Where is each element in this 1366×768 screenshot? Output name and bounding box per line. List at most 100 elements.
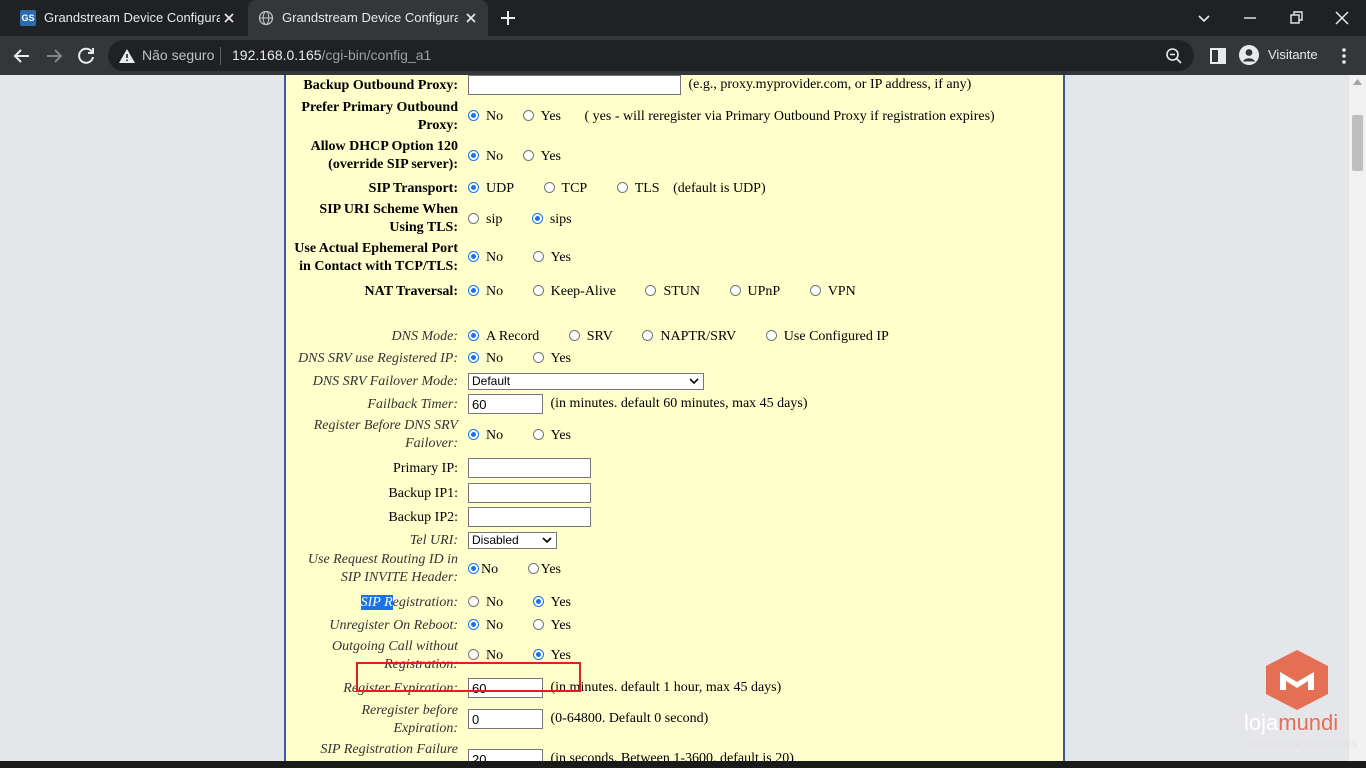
uri-scheme-sips-radio[interactable] <box>531 213 543 224</box>
registration-failure-input[interactable] <box>468 749 543 761</box>
security-status-label[interactable]: Não seguro <box>142 47 214 63</box>
request-routing-yes-radio[interactable] <box>527 563 539 574</box>
sip-transport-udp-radio[interactable] <box>468 182 479 193</box>
backup-ip1-input[interactable] <box>468 483 591 503</box>
scroll-up-arrow-icon[interactable] <box>1353 79 1362 85</box>
new-tab-plus-icon[interactable] <box>498 8 518 28</box>
dns-mode-naptr-radio[interactable] <box>642 330 654 341</box>
uri-scheme-sips-option[interactable]: sips <box>531 211 572 229</box>
nat-vpn-radio[interactable] <box>809 285 821 296</box>
lojamundi-watermark: lojamundi TECNOLOGIA SEM LIMITES <box>1236 646 1357 756</box>
more-menu-icon[interactable] <box>1332 44 1356 68</box>
dns-mode-configured-ip-radio[interactable] <box>765 330 777 341</box>
tab-search-chevron-icon[interactable] <box>1192 6 1216 30</box>
prefer-primary-yes-radio[interactable] <box>522 110 534 121</box>
row-registration-failure: SIP Registration Failure (in seconds. Be… <box>286 741 1063 761</box>
unregister-reboot-yes-option[interactable]: Yes <box>532 617 571 635</box>
backup-ip2-label: Backup IP2: <box>388 510 458 525</box>
nat-vpn-option[interactable]: VPN <box>809 283 856 301</box>
prefer-primary-no-option[interactable]: No <box>468 108 503 126</box>
nat-upnp-radio[interactable] <box>729 285 741 296</box>
dns-mode-srv-option[interactable]: SRV <box>568 328 613 346</box>
not-secure-warning-icon[interactable] <box>118 47 136 65</box>
sip-registration-yes-option[interactable]: Yes <box>532 594 571 612</box>
prefer-primary-yes-option[interactable]: Yes <box>522 108 561 126</box>
backup-proxy-input[interactable] <box>468 75 681 95</box>
prefer-primary-no-radio[interactable] <box>468 110 479 121</box>
tab-strip: GS Grandstream Device Configuratio Grand… <box>0 0 1366 36</box>
ephemeral-no-option[interactable]: No <box>468 249 503 267</box>
url-path: /cgi-bin/config_a1 <box>321 47 432 63</box>
dns-mode-arecord-option[interactable]: A Record <box>468 328 539 346</box>
primary-ip-label: Primary IP: <box>393 461 458 476</box>
nat-keepalive-radio[interactable] <box>532 285 544 296</box>
request-routing-no-radio[interactable] <box>468 563 479 574</box>
prefer-primary-hint: ( yes - will reregister via Primary Outb… <box>584 109 995 124</box>
sip-transport-tcp-option[interactable]: TCP <box>543 180 587 198</box>
backup-ip2-input[interactable] <box>468 507 591 527</box>
dhcp120-no-option[interactable]: No <box>468 148 503 166</box>
restore-icon[interactable] <box>1284 6 1308 30</box>
ephemeral-no-radio[interactable] <box>468 251 479 262</box>
uri-scheme-sip-option[interactable]: sip <box>468 211 502 229</box>
uri-scheme-sip-radio[interactable] <box>468 213 479 224</box>
sip-transport-udp-option[interactable]: UDP <box>468 180 514 198</box>
dns-mode-configured-ip-option[interactable]: Use Configured IP <box>765 328 889 346</box>
register-before-dns-no-option[interactable]: No <box>468 427 503 445</box>
dns-mode-arecord-radio[interactable] <box>468 330 479 341</box>
sip-transport-tls-option[interactable]: TLS <box>616 180 660 198</box>
forward-arrow-icon[interactable] <box>42 44 66 68</box>
unregister-reboot-no-option[interactable]: No <box>468 617 503 635</box>
tab-grandstream-1[interactable]: GS Grandstream Device Configuratio <box>10 0 246 36</box>
address-bar[interactable]: Não seguro 192.168.0.165/cgi-bin/config_… <box>108 40 1194 71</box>
register-before-dns-yes-option[interactable]: Yes <box>532 427 571 445</box>
nat-keepalive-option[interactable]: Keep-Alive <box>532 283 616 301</box>
register-before-dns-no-radio[interactable] <box>468 429 479 440</box>
register-before-dns-yes-radio[interactable] <box>532 429 544 440</box>
zoom-magnifier-icon[interactable] <box>1164 46 1184 66</box>
nat-no-radio[interactable] <box>468 285 479 296</box>
close-tab-icon[interactable] <box>220 9 238 27</box>
reload-icon[interactable] <box>74 44 98 68</box>
sip-transport-tcp-radio[interactable] <box>543 182 555 193</box>
nat-stun-option[interactable]: STUN <box>645 283 700 301</box>
dns-srv-registered-yes-radio[interactable] <box>532 352 544 363</box>
close-window-icon[interactable] <box>1330 6 1354 30</box>
nat-stun-radio[interactable] <box>645 285 657 296</box>
outgoing-without-reg-no-radio[interactable] <box>468 649 479 660</box>
dns-mode-srv-radio[interactable] <box>568 330 580 341</box>
minimize-icon[interactable] <box>1238 6 1262 30</box>
dns-srv-registered-no-option[interactable]: No <box>468 350 503 368</box>
tel-uri-select[interactable]: Disabled <box>468 532 557 550</box>
dns-mode-naptr-option[interactable]: NAPTR/SRV <box>642 328 736 346</box>
nat-upnp-option[interactable]: UPnP <box>729 283 780 301</box>
dns-failover-mode-select[interactable]: Default <box>468 373 704 391</box>
unregister-reboot-no-radio[interactable] <box>468 619 479 630</box>
nat-no-option[interactable]: No <box>468 283 503 301</box>
close-tab-icon[interactable] <box>462 9 480 27</box>
sip-registration-yes-radio[interactable] <box>532 596 544 607</box>
scrollbar-thumb[interactable] <box>1352 115 1363 171</box>
page-viewport: Backup Outbound Proxy: (e.g., proxy.mypr… <box>0 75 1349 761</box>
dhcp120-yes-option[interactable]: Yes <box>522 148 561 166</box>
ephemeral-yes-radio[interactable] <box>532 251 544 262</box>
url-text[interactable]: 192.168.0.165/cgi-bin/config_a1 <box>232 47 431 63</box>
back-arrow-icon[interactable] <box>10 44 34 68</box>
dhcp120-yes-radio[interactable] <box>522 150 534 161</box>
side-panel-icon[interactable] <box>1206 44 1230 68</box>
dns-srv-registered-no-radio[interactable] <box>468 352 479 363</box>
dhcp120-no-radio[interactable] <box>468 150 479 161</box>
primary-ip-input[interactable] <box>468 458 591 478</box>
failback-timer-input[interactable] <box>468 394 543 414</box>
dns-srv-registered-yes-option[interactable]: Yes <box>532 350 571 368</box>
sip-registration-no-radio[interactable] <box>468 596 479 607</box>
ephemeral-yes-option[interactable]: Yes <box>532 249 571 267</box>
request-routing-yes-option[interactable]: Yes <box>527 561 561 579</box>
unregister-reboot-yes-radio[interactable] <box>532 619 544 630</box>
reregister-before-input[interactable] <box>468 709 543 729</box>
sip-transport-tls-radio[interactable] <box>616 182 628 193</box>
outgoing-without-reg-yes-radio[interactable] <box>532 649 544 660</box>
tab-grandstream-2[interactable]: Grandstream Device Configuratio <box>248 0 488 36</box>
sip-registration-no-option[interactable]: No <box>468 594 503 612</box>
request-routing-no-option[interactable]: No <box>468 561 498 579</box>
